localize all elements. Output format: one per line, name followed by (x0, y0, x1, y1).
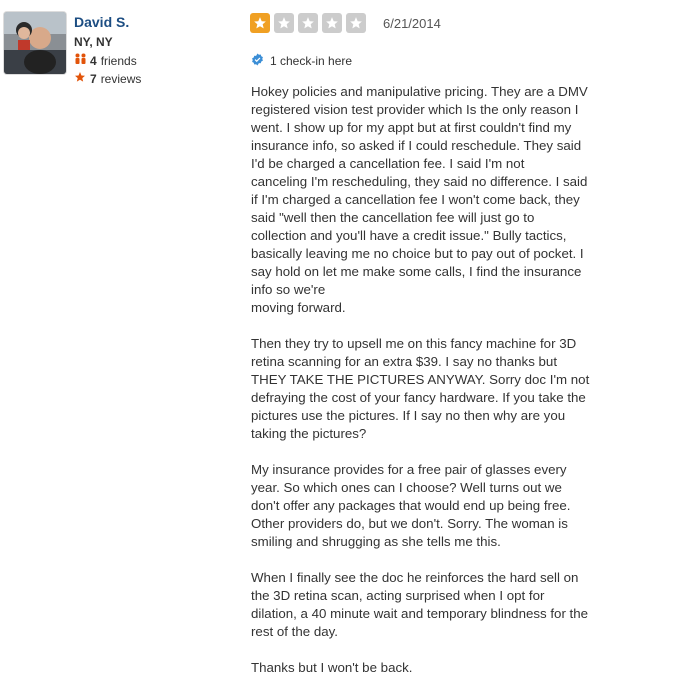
review-date: 6/21/2014 (383, 16, 441, 31)
star-empty-icon (298, 13, 318, 33)
friends-stat[interactable]: 4 friends (74, 53, 137, 68)
review-body: Hokey policies and manipulative pricing.… (251, 83, 631, 695)
star-rating (250, 13, 370, 33)
user-avatar[interactable] (4, 12, 66, 74)
review-paragraph: Thanks but I won't be back. (251, 660, 413, 675)
user-location: NY, NY (74, 35, 113, 49)
friends-label: friends (100, 53, 137, 68)
user-name-link[interactable]: David S. (74, 14, 129, 30)
review-paragraph: My insurance provides for a free pair of… (251, 462, 571, 549)
review-paragraph: When I finally see the doc he reinforces… (251, 570, 589, 639)
star-filled-icon (250, 13, 270, 33)
friends-count: 4 (90, 53, 97, 68)
checkin-text: 1 check-in here (270, 54, 353, 68)
star-empty-icon (274, 13, 294, 33)
review-paragraph: Then they try to upsell me on this fancy… (251, 336, 590, 441)
reviews-stat[interactable]: 7 reviews (74, 71, 141, 86)
reviews-count: 7 (90, 71, 97, 86)
verified-checkin-icon (251, 53, 264, 69)
review-paragraph: Hokey policies and manipulative pricing.… (251, 84, 588, 315)
reviews-label: reviews (100, 71, 142, 86)
star-icon (74, 71, 88, 86)
friends-icon (74, 53, 88, 68)
star-empty-icon (346, 13, 366, 33)
checkin-info: 1 check-in here (251, 53, 352, 69)
star-empty-icon (322, 13, 342, 33)
